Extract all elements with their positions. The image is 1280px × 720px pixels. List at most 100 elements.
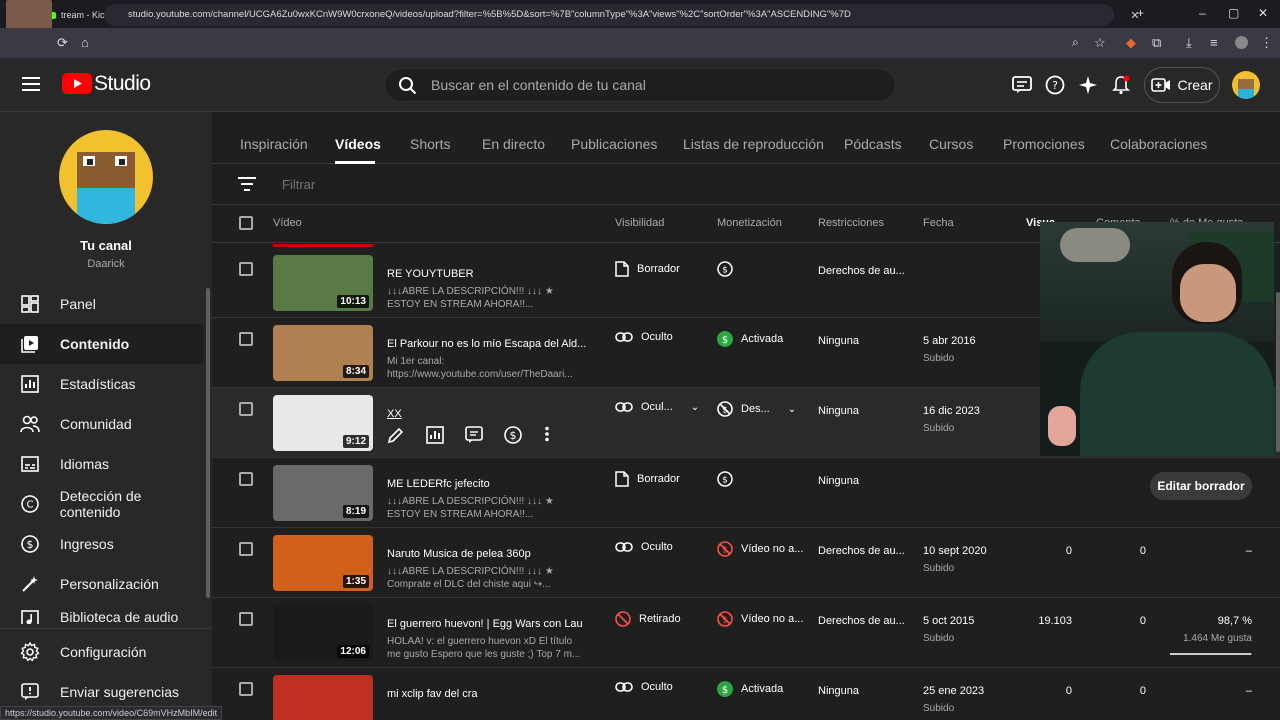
tab-en-directo[interactable]: En directo	[482, 136, 545, 152]
menu-dots-icon[interactable]: ⋮	[1260, 35, 1273, 51]
sidebar-item-panel[interactable]: Panel	[0, 284, 204, 324]
sidebar-item-idiomas[interactable]: Idiomas	[0, 444, 204, 484]
video-title[interactable]: ME LEDERfc jefecito	[387, 478, 490, 490]
chevron-down-icon[interactable]: ⌄	[691, 402, 699, 413]
col-visibility[interactable]: Visibilidad	[615, 217, 664, 229]
video-description: Mi 1er canal: https://www.youtube.com/us…	[387, 356, 573, 380]
sidebar-item-estadisticas[interactable]: Estadísticas	[0, 364, 204, 404]
col-date[interactable]: Fecha	[923, 217, 954, 229]
table-row[interactable]: 12:06 El guerrero huevon! | Egg Wars con …	[212, 598, 1280, 668]
youtube-logo-icon[interactable]	[62, 73, 92, 99]
new-tab-icon[interactable]: +	[1137, 6, 1144, 20]
video-title[interactable]: El guerrero huevon! | Egg Wars con Lau	[387, 618, 583, 630]
help-icon[interactable]: ?	[1044, 74, 1066, 96]
select-all-checkbox[interactable]	[239, 216, 253, 230]
sidebar-item-ingresos[interactable]: $ Ingresos	[0, 524, 204, 564]
home-icon[interactable]: ⌂	[81, 35, 89, 50]
tab-shorts[interactable]: Shorts	[410, 136, 450, 152]
hamburger-icon[interactable]	[22, 76, 40, 97]
chevron-down-icon[interactable]: ⌄	[788, 404, 796, 415]
row-checkbox[interactable]	[239, 612, 253, 626]
video-thumbnail[interactable]: 12:06	[273, 605, 373, 661]
sidebar-item-personalizacion[interactable]: Personalización	[0, 564, 204, 604]
link-icon	[615, 402, 641, 412]
reload-icon[interactable]: ⟳	[57, 35, 68, 51]
tab-videos[interactable]: Vídeos	[335, 136, 381, 152]
video-title[interactable]: XX	[387, 408, 402, 420]
tab-inspiracion[interactable]: Inspiración	[240, 136, 308, 152]
svg-text:$: $	[27, 538, 34, 551]
tab-publicaciones[interactable]: Publicaciones	[571, 136, 657, 152]
video-title[interactable]: RE YOUYTUBER	[387, 268, 474, 280]
tab-promociones[interactable]: Promociones	[1003, 136, 1085, 152]
draft-icon	[615, 261, 637, 277]
sparkle-icon[interactable]	[1077, 74, 1099, 96]
video-thumbnail[interactable]: 1:35	[273, 535, 373, 591]
edit-draft-button[interactable]: Editar borrador	[1150, 472, 1252, 500]
dollar-off-icon: $	[717, 401, 741, 417]
monetization-cell[interactable]: $ Des... ⌄	[717, 401, 796, 417]
search-bar[interactable]	[384, 68, 896, 102]
profile-icon[interactable]	[1235, 36, 1248, 49]
video-thumbnail[interactable]: 9:12	[273, 395, 373, 451]
tab-cursos[interactable]: Cursos	[929, 136, 973, 152]
sidebar-item-settings[interactable]: Configuración	[0, 632, 204, 672]
maximize-icon[interactable]: ▢	[1228, 6, 1239, 20]
sidebar-item-comunidad[interactable]: Comunidad	[0, 404, 204, 444]
row-checkbox[interactable]	[239, 402, 253, 416]
sidebar-item-biblioteca-de-audio[interactable]: Biblioteca de audio	[0, 604, 204, 624]
sidebar-item-deteccion-de-contenido[interactable]: C Detección de contenido	[0, 484, 204, 524]
bookmark-star-icon[interactable]: ☆	[1094, 35, 1106, 51]
video-title[interactable]: mi xclip fav del cra	[387, 688, 477, 700]
close-window-icon[interactable]: ✕	[1258, 6, 1268, 20]
search-input[interactable]	[431, 69, 871, 101]
col-monetization[interactable]: Monetización	[717, 217, 782, 229]
puzzle-icon[interactable]: ⧉	[1152, 35, 1161, 51]
notifications-icon[interactable]	[1110, 74, 1132, 96]
video-thumbnail[interactable]: 10:13	[273, 255, 373, 311]
extension-icon[interactable]: ◆	[1126, 35, 1136, 51]
video-title[interactable]: El Parkour no es lo mío Escapa del Ald..…	[387, 338, 586, 350]
row-checkbox[interactable]	[239, 542, 253, 556]
table-row[interactable]: mi xclip fav del cra Oculto $ Activada Ningu…	[212, 668, 1280, 720]
comments-icon[interactable]	[465, 426, 483, 444]
video-thumbnail[interactable]: 8:34	[273, 325, 373, 381]
video-title[interactable]: Naruto Musica de pelea 360p	[387, 548, 531, 560]
monetization-value: Vídeo no a...	[741, 613, 804, 625]
address-bar[interactable]: studio.youtube.com/channel/UCGA6Zu0wxKCn…	[104, 4, 1114, 26]
tab-listas-de-reproduccion[interactable]: Listas de reproducción	[683, 136, 824, 152]
row-checkbox[interactable]	[239, 682, 253, 696]
filter-icon[interactable]	[238, 177, 256, 196]
sidebar-item-contenido[interactable]: Contenido	[0, 324, 204, 364]
tab-colaboraciones[interactable]: Colaboraciones	[1110, 136, 1207, 152]
tab-podcasts[interactable]: Pódcasts	[844, 136, 902, 152]
monetization-icon[interactable]: $	[504, 426, 522, 444]
minimize-icon[interactable]: –	[1199, 6, 1206, 20]
row-checkbox[interactable]	[239, 332, 253, 346]
media-icon[interactable]: ≡	[1210, 35, 1218, 50]
main-scrollbar[interactable]	[1276, 292, 1280, 452]
sidebar-scrollbar[interactable]	[206, 288, 210, 598]
analytics-icon[interactable]	[426, 426, 444, 444]
col-restrictions[interactable]: Restricciones	[818, 217, 884, 229]
date-status: Subido	[923, 423, 955, 434]
channel-avatar[interactable]	[59, 130, 153, 224]
create-button[interactable]: Crear	[1144, 67, 1220, 103]
svg-text:$: $	[722, 335, 728, 346]
row-checkbox[interactable]	[239, 472, 253, 486]
video-thumbnail[interactable]	[273, 675, 373, 720]
download-icon[interactable]: ⤓	[1186, 35, 1192, 51]
more-options-icon[interactable]	[544, 426, 550, 442]
caption-icon[interactable]	[1011, 74, 1033, 96]
visibility-cell[interactable]: Ocul... ⌄	[615, 401, 699, 413]
account-avatar[interactable]	[1232, 71, 1260, 99]
filter-input[interactable]	[282, 175, 582, 193]
table-row[interactable]: 1:35 Naruto Musica de pelea 360p ↓↓↓ABRE L…	[212, 528, 1280, 598]
row-checkbox[interactable]	[239, 262, 253, 276]
table-row[interactable]: 8:19 ME LEDERfc jefecito ↓↓↓ABRE LA DESCRI…	[212, 458, 1280, 528]
monetization-cell: $ Vídeo no a...	[717, 611, 803, 627]
edit-pencil-icon[interactable]	[387, 426, 405, 444]
sidebar: Tu canal Daarick Panel Contenido Estadísti…	[0, 112, 212, 720]
video-thumbnail[interactable]: 8:19	[273, 465, 373, 521]
zoom-icon[interactable]: ⌕	[1072, 35, 1079, 50]
